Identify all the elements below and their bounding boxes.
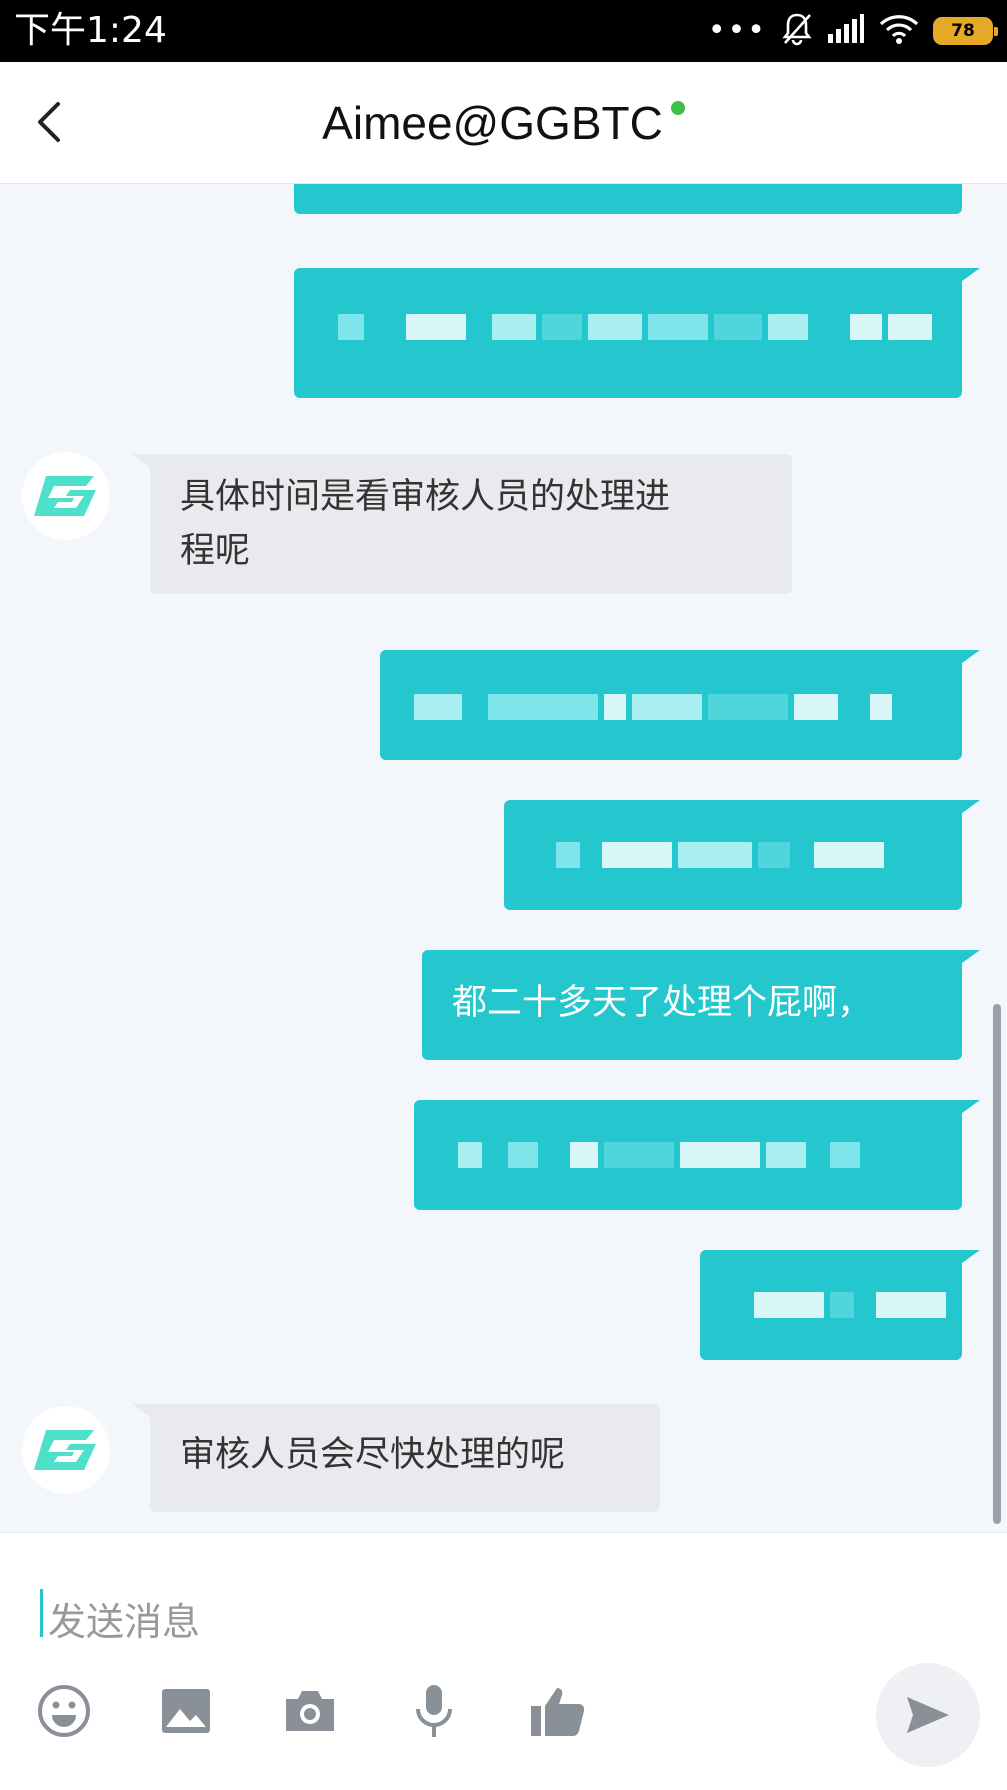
message-input[interactable]: 发送消息 [40,1583,940,1644]
image-icon[interactable] [154,1679,218,1743]
message-bubble-outgoing [294,268,980,398]
message-bubble-incoming: 审核人员会尽快处理的呢 [132,1404,660,1512]
message-bubble-outgoing [380,650,980,760]
redacted-text [338,312,932,342]
redacted-text [458,1140,860,1170]
signal-icon [827,14,865,48]
message-text: 都二十多天了处理个屁啊， [452,983,873,1023]
ggbtc-logo-icon [34,476,96,516]
avatar[interactable] [22,452,110,540]
status-icons: ••• 78 [707,12,998,50]
thumbs-up-icon[interactable] [526,1679,590,1743]
composer-toolbar [0,1661,1007,1761]
message-text: 审核人员会尽快处理的呢 [180,1435,566,1475]
message-bubble-outgoing: 都二十多天了处理个屁啊， [422,950,980,1060]
camera-icon[interactable] [278,1679,342,1743]
microphone-icon[interactable] [402,1679,466,1743]
emoji-icon[interactable] [32,1679,96,1743]
message-input-placeholder: 发送消息 [48,1600,201,1644]
message-text: 具体时间是看审核人员的处理进 程呢 [180,477,671,571]
message-bubble-incoming: 具体时间是看审核人员的处理进 程呢 [132,454,792,594]
message-bubble-outgoing [414,1100,980,1210]
contact-name: Aimee@GGBTC [322,97,663,149]
message-composer: 发送消息 [0,1532,1007,1790]
mute-bell-icon [781,12,813,50]
send-button[interactable] [876,1663,980,1767]
text-caret [40,1589,43,1637]
more-dots-icon: ••• [707,13,767,48]
message-list[interactable]: 具体时间是看审核人员的处理进 程呢 都二十多天了处理个屁啊， 审核人员会尽快处理… [0,184,1007,1532]
avatar[interactable] [22,1406,110,1494]
send-icon [907,1697,949,1733]
redacted-text [414,692,892,722]
message-bubble-outgoing [294,184,962,214]
chat-header: Aimee@GGBTC [0,62,1007,184]
redacted-text [754,1290,946,1320]
online-indicator [670,101,685,115]
redacted-text [556,840,884,870]
page-title: Aimee@GGBTC [0,96,1007,150]
battery-icon: 78 [933,17,998,45]
message-bubble-outgoing [700,1250,980,1360]
scrollbar[interactable] [993,1004,1001,1524]
status-bar: 下午1:24 ••• 78 [0,0,1007,62]
message-bubble-outgoing [504,800,980,910]
wifi-icon [879,13,919,49]
status-time: 下午1:24 [14,10,167,51]
ggbtc-logo-icon [34,1430,96,1470]
